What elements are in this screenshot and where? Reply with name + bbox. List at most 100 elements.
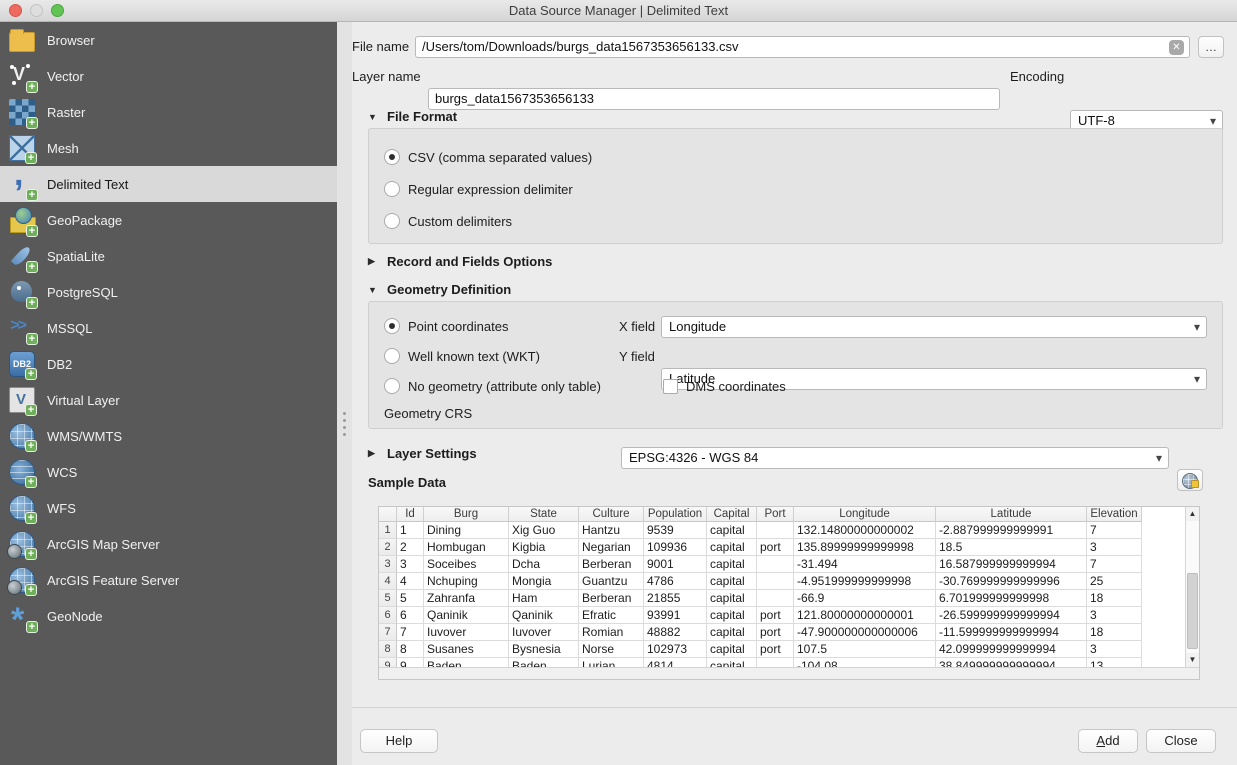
row-number-cell[interactable]: 8 [379, 641, 397, 658]
sidebar-item-arcgis-feature-server[interactable]: +ArcGIS Feature Server [0, 562, 337, 598]
file-format-radio-unselected[interactable] [384, 213, 400, 229]
sidebar-item-geonode[interactable]: +GeoNode [0, 598, 337, 634]
table-corner-cell [379, 507, 397, 522]
column-header-latitude[interactable]: Latitude [936, 507, 1087, 522]
sidebar-item-virtual-layer[interactable]: + Virtual Layer [0, 382, 337, 418]
sidebar-item-label: GeoNode [47, 609, 103, 624]
column-header-population[interactable]: Population [644, 507, 707, 522]
geometry-groupbox: X field Longitude Latitude X field Y fie… [368, 301, 1223, 429]
horizontal-scrollbar[interactable] [379, 667, 1199, 679]
sidebar-item-wcs[interactable]: +WCS [0, 454, 337, 490]
scroll-down-icon[interactable]: ▼ [1186, 653, 1199, 667]
x-field-select[interactable]: Longitude [661, 316, 1207, 338]
column-header-state[interactable]: State [509, 507, 579, 522]
globe-icon: + [9, 423, 35, 449]
vertical-scrollbar-thumb[interactable] [1187, 573, 1198, 649]
geometry-section-header[interactable]: ▼ Geometry Definition [368, 282, 511, 297]
clear-file-icon[interactable]: ✕ [1169, 40, 1184, 55]
file-format-option-1[interactable]: Regular expression delimiter [384, 180, 573, 198]
geometry-type-radio-unselected[interactable] [384, 378, 400, 394]
close-window-button[interactable] [9, 4, 22, 17]
sidebar-item-spatialite[interactable]: +SpatiaLite [0, 238, 337, 274]
column-header-elevation[interactable]: Elevation [1087, 507, 1142, 522]
sidebar-item-label: MSSQL [47, 321, 93, 336]
table-cell: port [757, 539, 794, 556]
sidebar-item-wms-wmts[interactable]: +WMS/WMTS [0, 418, 337, 454]
geometry-type-option-1[interactable]: Well known text (WKT) [384, 347, 540, 365]
dms-coordinates-checkbox[interactable] [663, 379, 678, 394]
table-cell: -26.599999999999994 [936, 607, 1087, 624]
sidebar-item-vector[interactable]: +Vector [0, 58, 337, 94]
collapsed-triangle-icon: ▶ [368, 256, 378, 267]
column-header-culture[interactable]: Culture [579, 507, 644, 522]
table-cell: capital [707, 522, 757, 539]
sidebar-item-raster[interactable]: +Raster [0, 94, 337, 130]
row-number-cell[interactable]: 2 [379, 539, 397, 556]
file-format-option-0[interactable]: CSV (comma separated values) [384, 148, 592, 166]
file-format-radio-unselected[interactable] [384, 181, 400, 197]
table-cell: 9 [397, 658, 424, 667]
geometry-crs-select[interactable]: EPSG:4326 - WGS 84 [621, 447, 1169, 469]
sidebar-item-postgresql[interactable]: +PostgreSQL [0, 274, 337, 310]
column-header-capital[interactable]: Capital [707, 507, 757, 522]
column-header-port[interactable]: Port [757, 507, 794, 522]
file-format-option-2[interactable]: Custom delimiters [384, 212, 512, 230]
scroll-up-icon[interactable]: ▲ [1186, 507, 1199, 521]
table-cell: -31.494 [794, 556, 936, 573]
close-button[interactable]: Close [1146, 729, 1216, 753]
plus-badge-icon: + [26, 333, 38, 345]
table-cell: -66.9 [794, 590, 936, 607]
select-crs-button[interactable] [1177, 469, 1203, 491]
row-number-cell[interactable]: 1 [379, 522, 397, 539]
vertical-scrollbar[interactable]: ▲ ▼ [1185, 507, 1199, 667]
file-name-input[interactable]: /Users/tom/Downloads/burgs_data156735365… [415, 36, 1190, 58]
table-cell: Nchuping [424, 573, 509, 590]
row-number-cell[interactable]: 7 [379, 624, 397, 641]
encoding-label: Encoding [1010, 66, 1064, 88]
column-header-burg[interactable]: Burg [424, 507, 509, 522]
column-header-longitude[interactable]: Longitude [794, 507, 936, 522]
table-cell: 18.5 [936, 539, 1087, 556]
layer-settings-section-header[interactable]: ▶ Layer Settings [368, 446, 477, 461]
file-format-radio-selected[interactable] [384, 149, 400, 165]
add-button[interactable]: Add [1078, 729, 1138, 753]
row-number-cell[interactable]: 3 [379, 556, 397, 573]
sidebar-item-label: SpatiaLite [47, 249, 105, 264]
sidebar-splitter[interactable] [337, 22, 352, 765]
sidebar-item-label: Virtual Layer [47, 393, 120, 408]
plus-badge-icon: + [25, 404, 37, 416]
table-cell: 25 [1087, 573, 1142, 590]
sidebar-item-mssql[interactable]: + MSSQL [0, 310, 337, 346]
table-cell: 4786 [644, 573, 707, 590]
table-cell: Dining [424, 522, 509, 539]
file-format-section-header[interactable]: ▼ File Format [368, 109, 457, 124]
sidebar-item-wfs[interactable]: +WFS [0, 490, 337, 526]
layer-settings-title: Layer Settings [387, 446, 477, 461]
sidebar-item-arcgis-map-server[interactable]: +ArcGIS Map Server [0, 526, 337, 562]
x-field-value: Longitude [669, 319, 726, 334]
column-header-id[interactable]: Id [397, 507, 424, 522]
record-fields-section-header[interactable]: ▶ Record and Fields Options [368, 254, 552, 269]
postgresql-icon: + [9, 279, 35, 305]
row-number-cell[interactable]: 6 [379, 607, 397, 624]
sidebar-item-label: Mesh [47, 141, 79, 156]
row-number-cell[interactable]: 5 [379, 590, 397, 607]
table-cell: 6 [397, 607, 424, 624]
geometry-type-radio-unselected[interactable] [384, 348, 400, 364]
geometry-type-option-2[interactable]: No geometry (attribute only table) [384, 377, 601, 395]
browse-file-button[interactable]: … [1198, 36, 1224, 58]
sidebar-item-browser[interactable]: Browser [0, 22, 337, 58]
sidebar-item-geopackage[interactable]: +GeoPackage [0, 202, 337, 238]
row-number-cell[interactable]: 4 [379, 573, 397, 590]
sidebar-item-db2[interactable]: +DB2 [0, 346, 337, 382]
row-number-cell[interactable]: 9 [379, 658, 397, 667]
table-cell: port [757, 607, 794, 624]
geometry-type-option-0[interactable]: Point coordinates [384, 317, 508, 335]
help-button[interactable]: Help [360, 729, 438, 753]
geometry-type-radio-selected[interactable] [384, 318, 400, 334]
layer-name-input[interactable]: burgs_data1567353656133 [428, 88, 1000, 110]
sidebar-item-delimited-text[interactable]: +Delimited Text [0, 166, 337, 202]
minimize-window-button[interactable] [30, 4, 43, 17]
zoom-window-button[interactable] [51, 4, 64, 17]
sidebar-item-mesh[interactable]: +Mesh [0, 130, 337, 166]
